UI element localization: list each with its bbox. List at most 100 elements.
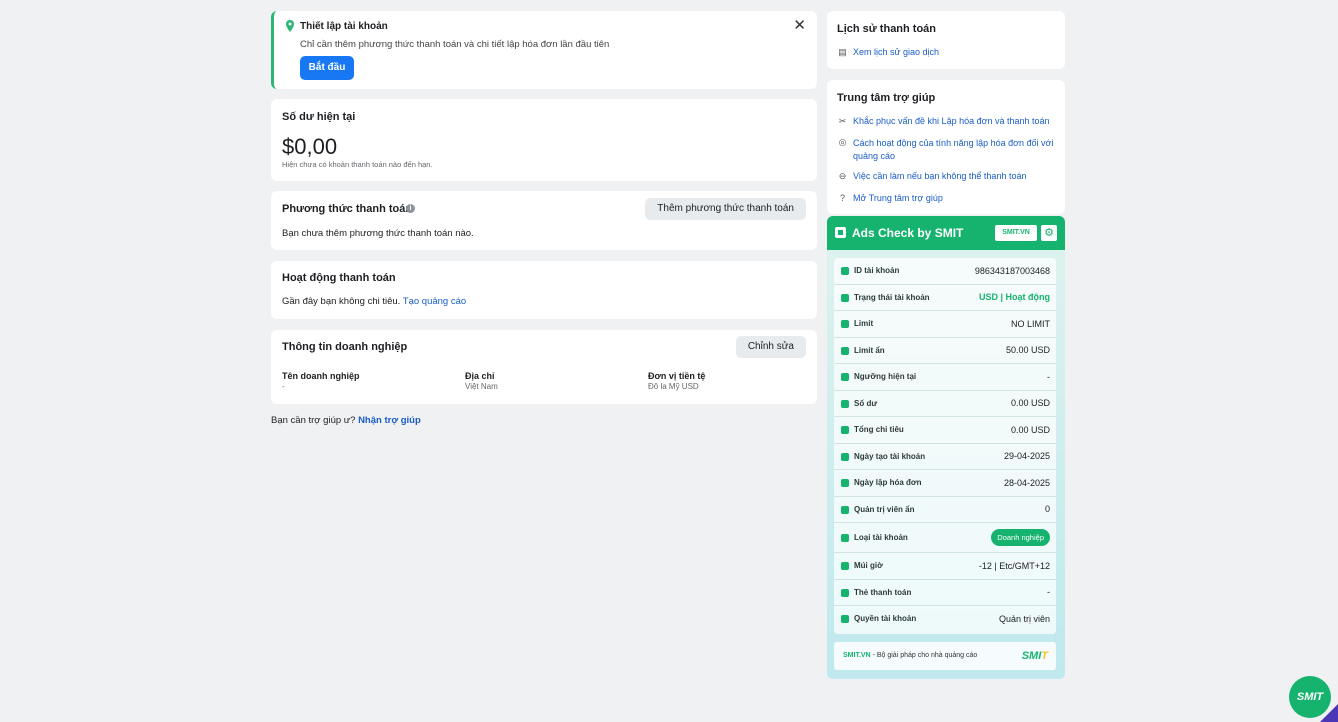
setup-description: Chỉ cần thêm phương thức thanh toán và c…	[300, 39, 610, 50]
close-icon[interactable]: ✕	[793, 18, 806, 33]
row-value: -12 | Etc/GMT+12	[978, 560, 1050, 571]
history-title: Lịch sử thanh toán	[837, 23, 937, 35]
row-value: 28-04-2025	[1003, 477, 1050, 488]
add-payment-method-button[interactable]: Thêm phương thức thanh toán	[645, 198, 806, 220]
balance-title: Số dư hiện tại	[282, 111, 356, 123]
row-created-date: Ngày tạo tài khoản 29-04-2025	[834, 444, 1056, 470]
help-link-open-center[interactable]: ? Mở Trung tâm trợ giúp	[837, 193, 943, 204]
address-col: Địa chỉ Việt Nam	[465, 371, 498, 391]
row-label: Ngày lập hóa đơn	[854, 478, 922, 487]
business-name-value: -	[282, 382, 285, 391]
start-button[interactable]: Bắt đầu	[300, 56, 354, 80]
row-hidden-admins: Quản trị viên ẩn 0	[834, 497, 1056, 523]
calendar-check-icon	[841, 479, 849, 487]
row-value: NO LIMIT	[1010, 318, 1050, 329]
row-account-type: Loại tài khoản Doanh nghiệp	[834, 523, 1056, 553]
edit-button[interactable]: Chỉnh sửa	[735, 336, 806, 358]
row-label: Ngưỡng hiện tại	[854, 372, 917, 381]
info-icon[interactable]: i	[406, 204, 415, 213]
row-label: Ngày tạo tài khoản	[854, 451, 926, 461]
view-transactions-link[interactable]: ▤ Xem lịch sử giao dịch	[837, 47, 939, 58]
ads-check-logo-icon	[835, 227, 846, 238]
shield-icon	[841, 505, 849, 514]
currency-label: Đơn vị tiền tệ	[648, 371, 706, 381]
smit-logo: SMIT	[1022, 650, 1048, 662]
tools-icon: ✂	[838, 116, 847, 126]
row-label: Tổng chi tiêu	[854, 425, 904, 434]
help-link-troubleshoot[interactable]: ✂ Khắc phục vấn đề khi Lập hóa đơn và th…	[837, 116, 1050, 127]
smit-site-button[interactable]: SMIT.VN	[995, 225, 1037, 241]
row-value: 29-04-2025	[1003, 451, 1050, 461]
row-value: -	[1047, 371, 1050, 382]
help-center-title: Trung tâm trợ giúp	[837, 92, 936, 104]
row-label: ID tài khoản	[854, 266, 900, 275]
current-balance-card: Số dư hiện tại $0,00 Hiện chưa có khoản …	[271, 99, 817, 181]
help-link-label: Cách hoạt động của tính năng lập hóa đơn…	[853, 138, 1054, 161]
row-total-spend: Tổng chi tiêu 0.00 USD	[834, 417, 1056, 444]
brand-main: SMI	[1021, 650, 1042, 662]
row-account-role: Quyền tài khoản Quản trị viên	[834, 606, 1056, 633]
threshold-icon	[841, 373, 849, 381]
ads-check-panel: Ads Check by SMIT SMIT.VN ⚙ ID tài khoản…	[827, 216, 1065, 679]
help-link-cannot-pay[interactable]: ⊖ Việc cần làm nếu bạn không thể thanh t…	[837, 171, 1027, 182]
row-value: 0.00 USD	[1010, 424, 1050, 435]
footer-site[interactable]: SMIT.VN	[843, 652, 871, 659]
row-label: Quản trị viên ẩn	[854, 504, 915, 514]
business-name-label: Tên doanh nghiệp	[282, 371, 360, 381]
view-transactions-label: Xem lịch sử giao dịch	[853, 47, 940, 57]
account-type-badge: Doanh nghiệp	[991, 529, 1050, 546]
row-limit: Limit NO LIMIT	[834, 311, 1056, 338]
row-balance: Số dư 0.00 USD	[834, 391, 1056, 417]
row-value: 986343187003468	[974, 265, 1050, 276]
business-info-card: Thông tin doanh nghiệp Chỉnh sửa Tên doa…	[271, 330, 817, 404]
row-value: Quản trị viên	[998, 613, 1050, 624]
corner-decoration	[1320, 704, 1338, 722]
row-billing-date: Ngày lập hóa đơn 28-04-2025	[834, 470, 1056, 497]
footer-text: SMIT.VN - Bộ giải pháp cho nhà quảng cáo	[843, 652, 977, 659]
row-label: Số dư	[854, 398, 878, 408]
help-link-label: Mở Trung tâm trợ giúp	[853, 193, 943, 203]
row-account-id: ID tài khoản 986343187003468	[834, 258, 1056, 285]
help-line: Bạn cần trợ giúp ư? Nhận trợ giúp	[271, 415, 421, 426]
gear-icon[interactable]: ⚙	[1041, 225, 1057, 241]
row-hidden-limit: Limit ẩn 50.00 USD	[834, 338, 1056, 364]
row-label: Quyền tài khoản	[854, 614, 917, 623]
briefcase-icon	[841, 534, 849, 542]
payment-history-card: Lịch sử thanh toán ▤ Xem lịch sử giao dị…	[827, 11, 1065, 69]
credit-card-icon	[841, 588, 849, 597]
row-value: -	[1047, 587, 1050, 597]
row-value: 0	[1044, 504, 1050, 514]
users-icon	[841, 615, 849, 623]
ads-check-table: ID tài khoản 986343187003468 Trạng thái t…	[834, 258, 1056, 634]
spend-icon	[841, 426, 849, 434]
row-payment-card: Thẻ thanh toán -	[834, 580, 1056, 606]
ads-check-title: Ads Check by SMIT	[852, 226, 964, 240]
balance-note: Hiện chưa có khoản thanh toán nào đến hạ…	[282, 160, 433, 169]
payment-method-card: Phương thức thanh toán i Thêm phương thứ…	[271, 191, 817, 250]
balance-icon	[841, 399, 849, 408]
activity-desc-line: Gần đây bạn không chi tiêu. Tạo quảng cá…	[282, 296, 466, 307]
brand-tail: T	[1041, 650, 1048, 662]
get-help-link[interactable]: Nhận trợ giúp	[358, 415, 421, 426]
minus-circle-icon: ⊖	[838, 171, 847, 181]
footer-tagline: - Bộ giải pháp cho nhà quảng cáo	[872, 652, 978, 659]
payment-activity-card: Hoạt động thanh toán Gần đây bạn không c…	[271, 261, 817, 319]
hidden-limit-icon	[841, 346, 849, 355]
help-question: Bạn cần trợ giúp ư?	[271, 415, 356, 426]
payment-method-empty-text: Bạn chưa thêm phương thức thanh toán nào…	[282, 228, 474, 239]
question-circle-icon: ?	[839, 193, 845, 203]
row-value: 50.00 USD	[1005, 345, 1050, 355]
receipt-icon: ▤	[838, 47, 847, 57]
row-label: Múi giờ	[854, 561, 883, 570]
row-threshold: Ngưỡng hiện tại -	[834, 364, 1056, 391]
row-label: Limit	[854, 319, 874, 328]
ads-check-footer: SMIT.VN - Bộ giải pháp cho nhà quảng cáo…	[834, 642, 1056, 670]
create-ad-link[interactable]: Tạo quảng cáo	[403, 296, 466, 307]
help-link-how-billing-works[interactable]: ◎ Cách hoạt động của tính năng lập hóa đ…	[837, 137, 1057, 163]
payment-method-title: Phương thức thanh toán	[282, 203, 413, 215]
address-label: Địa chỉ	[465, 371, 495, 381]
row-label: Thẻ thanh toán	[854, 587, 912, 597]
row-label: Limit ẩn	[854, 345, 885, 355]
id-card-icon	[841, 267, 849, 275]
row-label: Trạng thái tài khoản	[854, 292, 930, 302]
